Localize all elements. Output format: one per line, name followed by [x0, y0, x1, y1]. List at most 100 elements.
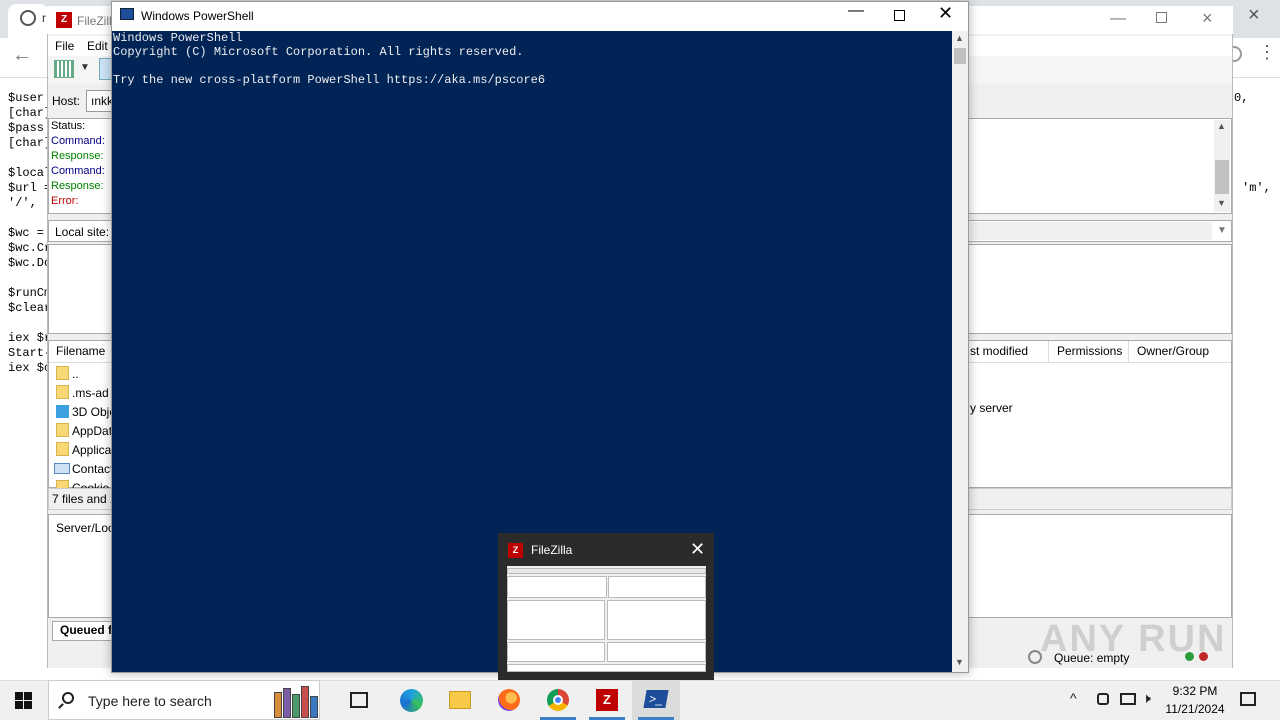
- column-permissions[interactable]: Permissions: [1057, 344, 1122, 358]
- log-label: Status:: [51, 120, 86, 132]
- code-line: $runCm: [8, 286, 52, 300]
- file-name[interactable]: ..: [72, 367, 79, 381]
- tray-chevron-up-icon[interactable]: ^: [1070, 690, 1077, 706]
- log-label: Response:: [51, 180, 104, 192]
- page-code-text-right: 0,: [1234, 91, 1249, 105]
- log-label: Command:: [51, 165, 105, 177]
- browser-menu-icon[interactable]: ⋮: [1258, 42, 1276, 63]
- thumbnail-title: FileZilla: [531, 543, 573, 557]
- windows-start-icon[interactable]: [15, 692, 32, 709]
- close-icon[interactable]: ✕: [690, 539, 705, 560]
- remote-status-text: y server: [970, 401, 1013, 415]
- tray-people-icon[interactable]: [1097, 693, 1109, 705]
- book-shape: [283, 688, 291, 718]
- books-illustration-icon: [268, 684, 318, 718]
- powershell-icon: [120, 8, 134, 20]
- watermark-logo: ANY RUN: [1040, 618, 1227, 660]
- console-scrollbar[interactable]: [952, 31, 968, 672]
- code-line: iex $c: [8, 361, 52, 375]
- mini-log-right: [608, 576, 706, 598]
- mini-remote-pane: [607, 600, 706, 640]
- code-line: iex $r: [8, 331, 52, 345]
- close-icon[interactable]: ✕: [938, 3, 953, 24]
- site-manager-icon[interactable]: [54, 60, 74, 78]
- globe-icon: [20, 10, 36, 26]
- column-divider[interactable]: [1048, 341, 1049, 363]
- mini-remote-list: [607, 642, 706, 662]
- folder-icon: [56, 366, 69, 380]
- file-count-text: 7 files and 2: [52, 492, 117, 506]
- browser-tab-title: r: [42, 11, 46, 25]
- cube-icon: [56, 405, 69, 418]
- code-line: $wc.Do: [8, 256, 52, 270]
- minimize-icon[interactable]: —: [1110, 10, 1126, 28]
- code-line: $wc.Cr: [8, 241, 52, 255]
- volume-icon[interactable]: 🕨: [1142, 690, 1151, 707]
- code-line: $user: [8, 91, 45, 105]
- file-name[interactable]: Contact: [72, 462, 113, 476]
- powershell-icon: >_: [643, 690, 669, 708]
- column-filename[interactable]: Filename: [56, 344, 105, 358]
- mini-log: [507, 576, 607, 598]
- minimize-icon[interactable]: —: [848, 2, 864, 20]
- maximize-icon[interactable]: [1156, 12, 1167, 23]
- scroll-down-icon[interactable]: ▼: [1217, 198, 1226, 208]
- queue-column-server[interactable]: Server/Loc: [56, 521, 114, 535]
- edge-icon: [400, 689, 423, 712]
- chrome-icon-center: [553, 695, 563, 705]
- chevron-down-icon[interactable]: ▼: [80, 62, 90, 73]
- clock-date[interactable]: 11/21/2024: [1160, 702, 1230, 716]
- log-label: Error:: [51, 195, 79, 207]
- start-pane: [24, 701, 32, 709]
- file-name[interactable]: 3D Obje: [72, 405, 116, 419]
- file-name[interactable]: AppDat: [72, 424, 112, 438]
- column-divider[interactable]: [1128, 341, 1129, 363]
- powershell-title: Windows PowerShell: [141, 9, 254, 23]
- close-icon[interactable]: ×: [1202, 8, 1213, 29]
- mini-local-list: [507, 642, 605, 662]
- file-name[interactable]: Applica: [72, 443, 111, 457]
- scroll-down-icon[interactable]: ▼: [955, 657, 964, 667]
- column-owner-group[interactable]: Owner/Group: [1137, 344, 1209, 358]
- code-line: $local: [8, 166, 52, 180]
- browser-close-icon[interactable]: ×: [1248, 4, 1260, 27]
- notifications-icon[interactable]: [1240, 692, 1256, 706]
- book-shape: [292, 694, 300, 718]
- remote-site-input[interactable]: [970, 222, 1212, 240]
- back-arrow-icon[interactable]: ←: [12, 44, 32, 67]
- start-pane: [15, 701, 23, 709]
- search-icon: [62, 692, 74, 704]
- page-code-text-right: 'm',: [1242, 181, 1271, 195]
- tab-queued-files-label: Queued f: [60, 623, 113, 637]
- log-scroll-thumb[interactable]: [1215, 160, 1229, 194]
- thumbnail-image[interactable]: [507, 566, 706, 672]
- file-name[interactable]: .ms-ad: [72, 386, 109, 400]
- console-line: Windows PowerShell: [113, 31, 243, 45]
- network-icon[interactable]: [1120, 693, 1136, 705]
- console-scroll-thumb[interactable]: [954, 48, 966, 64]
- host-input[interactable]: ınkk: [86, 90, 114, 112]
- start-pane: [24, 692, 32, 700]
- filezilla-title: FileZill: [77, 14, 112, 28]
- menu-file[interactable]: File: [55, 39, 74, 53]
- task-view-icon[interactable]: [350, 692, 368, 708]
- code-line: $wc =: [8, 226, 45, 240]
- host-label: Host:: [52, 94, 81, 108]
- code-line: $url =: [8, 181, 52, 195]
- chevron-down-icon[interactable]: ▼: [1217, 225, 1227, 236]
- folder-icon: [56, 423, 69, 437]
- maximize-icon[interactable]: [894, 10, 905, 21]
- mini-local-pane: [507, 600, 605, 640]
- code-line: $clear: [8, 301, 52, 315]
- folder-icon: [56, 385, 69, 399]
- clock-time[interactable]: 9:32 PM: [1170, 684, 1220, 698]
- book-shape: [301, 686, 309, 718]
- filezilla-logo-icon: Z: [508, 543, 523, 558]
- menu-edit[interactable]: Edit: [87, 39, 108, 53]
- log-label: Command:: [51, 135, 105, 147]
- scroll-up-icon[interactable]: ▲: [955, 33, 964, 43]
- column-last-modified[interactable]: st modified: [970, 344, 1028, 358]
- filezilla-icon: Z: [596, 689, 618, 711]
- code-line: '/', ': [8, 196, 52, 210]
- scroll-up-icon[interactable]: ▲: [1217, 121, 1226, 131]
